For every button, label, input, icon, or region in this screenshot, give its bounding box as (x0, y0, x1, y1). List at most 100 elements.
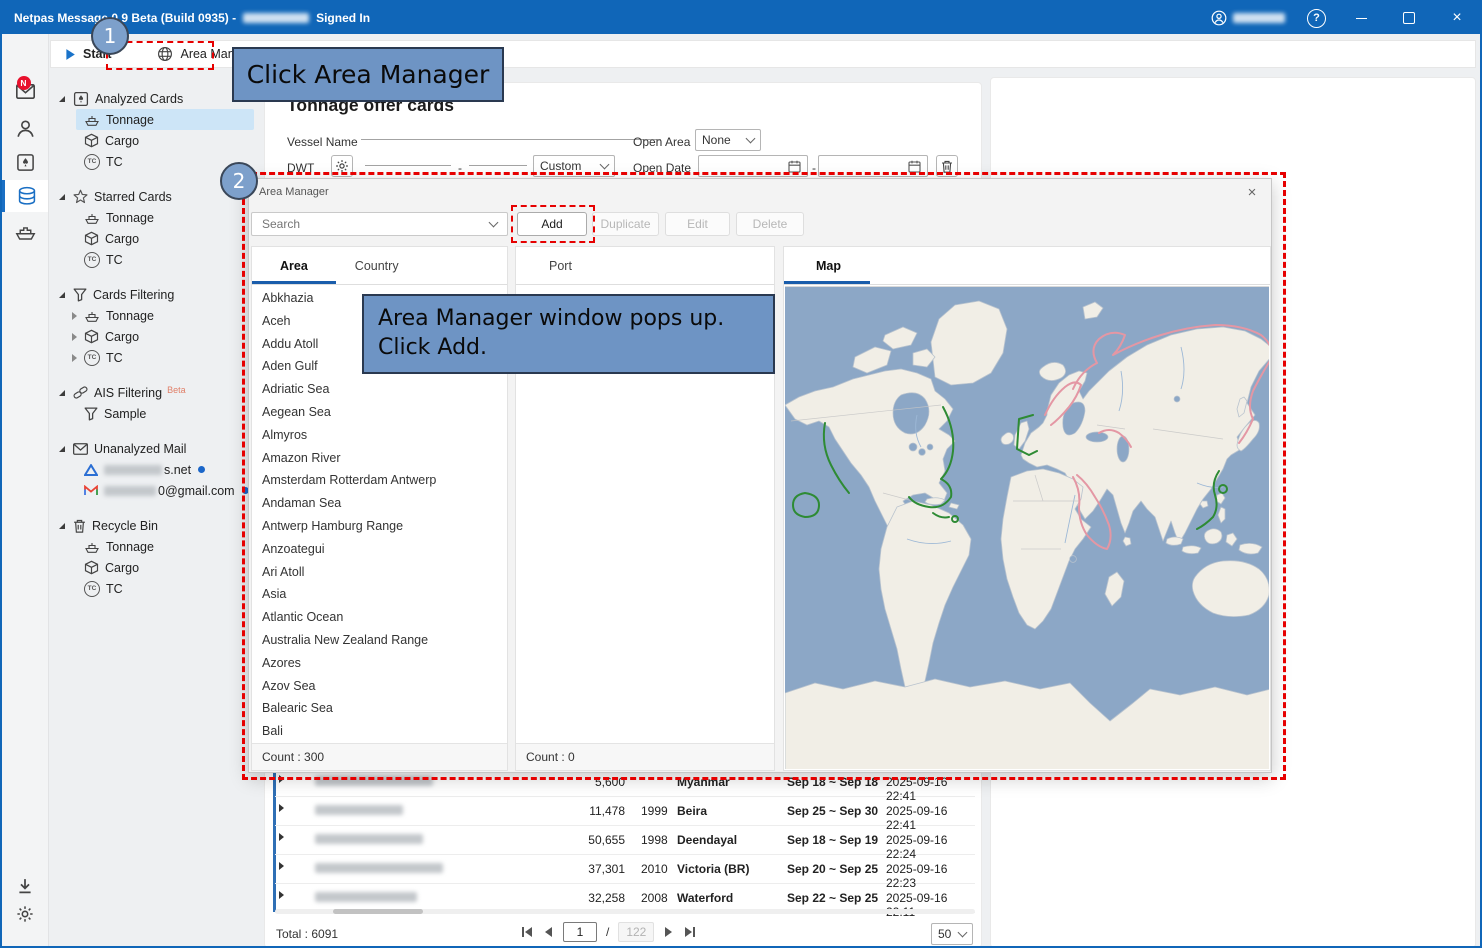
tab-country[interactable]: Country (355, 259, 399, 273)
tree-item-filtering-tc[interactable]: TC TC (50, 347, 262, 368)
dialog-close-button[interactable]: × (1241, 181, 1263, 203)
tree-item-recycle-tc[interactable]: TC TC (84, 578, 262, 599)
area-list-item[interactable]: Atlantic Ocean (252, 606, 507, 629)
tab-port[interactable]: Port (549, 259, 572, 273)
scrollbar-thumb[interactable] (333, 909, 423, 914)
pagination-bar: Total : 6091 / 122 50 (265, 919, 981, 948)
row-expand-icon[interactable] (279, 891, 284, 899)
tree-item-mail-account-1[interactable]: s.net (84, 459, 262, 480)
page-size-select[interactable]: 50 (931, 923, 973, 945)
expanded-arrow-icon[interactable] (59, 96, 65, 102)
tree-group-recycle-bin[interactable]: Recycle Bin (50, 515, 262, 536)
navigation-tree: Analyzed Cards Tonnage Cargo TC TC Starr… (50, 72, 262, 946)
tab-map[interactable]: Map (816, 259, 841, 273)
area-list-item[interactable]: Andaman Sea (252, 492, 507, 515)
area-list-item[interactable]: Aegean Sea (252, 401, 507, 424)
table-row[interactable]: 11,478 1999 Beira Sep 25 ~ Sep 30 2025-0… (275, 796, 975, 826)
collapsed-arrow-icon[interactable] (72, 333, 77, 341)
area-list-item[interactable]: Amsterdam Rotterdam Antwerp (252, 469, 507, 492)
tree-item-filtering-tonnage[interactable]: Tonnage (50, 305, 262, 326)
row-expand-icon[interactable] (279, 862, 284, 870)
dwt-range-separator: - (458, 161, 462, 175)
vessel-name-input[interactable] (361, 121, 661, 140)
maximize-button[interactable] (1396, 7, 1422, 29)
next-page-button[interactable] (663, 925, 674, 939)
rail-vessels-button[interactable] (2, 216, 48, 248)
add-button[interactable]: Add (517, 212, 587, 236)
area-list-item[interactable]: Azov Sea (252, 675, 507, 698)
tree-group-ais-filtering[interactable]: AIS Filtering Beta (50, 382, 262, 403)
rail-contacts-button[interactable] (2, 112, 48, 144)
collapsed-arrow-icon[interactable] (72, 312, 77, 320)
dwt-max-input[interactable] (469, 147, 527, 166)
minimize-button[interactable] (1348, 7, 1374, 29)
prev-page-button[interactable] (543, 925, 554, 939)
rail-database-button[interactable] (2, 180, 48, 212)
dwt-preset-select[interactable]: Custom (533, 155, 615, 177)
tree-group-cards-filtering[interactable]: Cards Filtering (50, 284, 262, 305)
redacted-account (1233, 13, 1285, 23)
row-expand-icon[interactable] (279, 775, 284, 783)
horizontal-scrollbar[interactable] (275, 909, 975, 914)
open-area-select[interactable]: None (695, 129, 761, 151)
expanded-arrow-icon[interactable] (59, 292, 65, 298)
area-search-combobox[interactable] (251, 212, 508, 236)
area-list-item[interactable]: Balearic Sea (252, 697, 507, 720)
area-list-item[interactable]: Adriatic Sea (252, 378, 507, 401)
dwt-min-input[interactable] (365, 147, 451, 166)
area-list-item[interactable]: Antwerp Hamburg Range (252, 515, 507, 538)
first-page-button[interactable] (520, 925, 534, 939)
tree-item-starred-tonnage[interactable]: Tonnage (84, 207, 262, 228)
rail-settings-button[interactable] (2, 898, 48, 930)
dwt-settings-button[interactable] (331, 155, 353, 177)
expanded-arrow-icon[interactable] (59, 446, 65, 452)
rail-cards-button[interactable] (2, 146, 48, 178)
clear-dates-button[interactable] (936, 155, 958, 177)
rail-mail-button[interactable]: N (2, 76, 48, 108)
world-map[interactable] (785, 286, 1269, 769)
row-expand-icon[interactable] (279, 804, 284, 812)
expanded-arrow-icon[interactable] (59, 523, 65, 529)
area-count-footer: Count : 300 (252, 743, 507, 770)
tree-item-analyzed-cargo[interactable]: Cargo (84, 130, 262, 151)
close-button[interactable]: × (1444, 7, 1470, 29)
tree-item-filtering-cargo[interactable]: Cargo (50, 326, 262, 347)
tree-item-starred-cargo[interactable]: Cargo (84, 228, 262, 249)
tab-area[interactable]: Area (280, 259, 308, 273)
last-page-button[interactable] (683, 925, 697, 939)
unread-dot (198, 466, 205, 473)
tree-item-analyzed-tonnage[interactable]: Tonnage (76, 109, 254, 130)
expanded-arrow-icon[interactable] (59, 390, 65, 396)
tree-item-recycle-cargo[interactable]: Cargo (84, 557, 262, 578)
table-row[interactable]: 37,301 2010 Victoria (BR) Sep 20 ~ Sep 2… (275, 854, 975, 884)
row-expand-icon[interactable] (279, 833, 284, 841)
area-list-item[interactable]: Amazon River (252, 447, 507, 470)
area-list-item[interactable]: Anzoategui (252, 538, 507, 561)
page-input[interactable] (563, 922, 597, 942)
tree-item-ais-sample[interactable]: Sample (84, 403, 262, 424)
tree-group-unanalyzed-mail[interactable]: Unanalyzed Mail (50, 438, 262, 459)
expanded-arrow-icon[interactable] (59, 194, 65, 200)
area-list-item[interactable]: Bali (252, 720, 507, 743)
cards-icon (16, 153, 35, 172)
download-icon (17, 878, 33, 894)
tree-group-analyzed-cards[interactable]: Analyzed Cards (50, 88, 262, 109)
tree-item-recycle-tonnage[interactable]: Tonnage (84, 536, 262, 557)
area-list-item[interactable]: Ari Atoll (252, 561, 507, 584)
account-button[interactable] (1211, 10, 1285, 26)
area-list-item[interactable]: Asia (252, 583, 507, 606)
tree-item-starred-tc[interactable]: TC TC (84, 249, 262, 270)
edit-button[interactable]: Edit (665, 212, 730, 236)
delete-button[interactable]: Delete (736, 212, 804, 236)
open-date-from-input[interactable] (698, 155, 808, 177)
duplicate-button[interactable]: Duplicate (592, 212, 659, 236)
tree-item-mail-account-2[interactable]: 0@gmail.com (84, 480, 262, 501)
area-list-item[interactable]: Almyros (252, 424, 507, 447)
help-button[interactable]: ? (1307, 9, 1326, 28)
collapsed-arrow-icon[interactable] (72, 354, 77, 362)
search-input[interactable] (260, 216, 490, 232)
open-date-to-input[interactable] (818, 155, 928, 177)
area-list-item[interactable]: Australia New Zealand Range (252, 629, 507, 652)
table-row[interactable]: 50,655 1998 Deendayal Sep 18 ~ Sep 19 20… (275, 825, 975, 855)
area-list-item[interactable]: Azores (252, 652, 507, 675)
